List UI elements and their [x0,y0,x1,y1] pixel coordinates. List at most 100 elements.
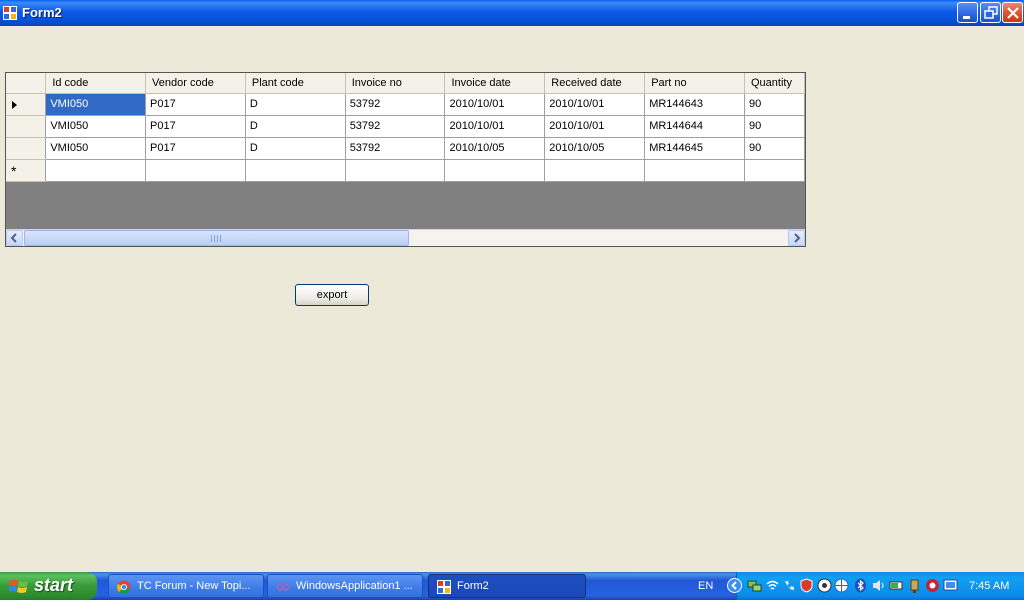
taskbar-item-label: Form2 [457,580,489,592]
cell-plant-code[interactable]: D [245,137,346,160]
taskbar-item-form2[interactable]: Form2 [428,574,586,598]
row-header[interactable]: * [6,159,47,182]
taskbar-item-label: WindowsApplication1 ... [296,580,413,592]
horizontal-scrollbar[interactable] [6,229,805,246]
new-cell[interactable] [45,159,147,182]
cell-invoice-date[interactable]: 2010/10/05 [444,137,546,160]
restore-icon [984,6,998,19]
table-row[interactable]: VMI050 P017 D 53792 2010/10/05 2010/10/0… [6,137,805,160]
phone-icon[interactable] [782,578,797,593]
cell-received-date[interactable]: 2010/10/05 [544,137,646,160]
cell-id-code[interactable]: VMI050 [45,137,147,160]
cell-vendor-code[interactable]: P017 [145,115,246,138]
system-tray: 7:45 AM [727,572,1024,600]
globe-icon[interactable] [834,578,849,593]
column-header-received-date[interactable]: Received date [544,73,646,94]
minimize-button[interactable] [957,2,978,23]
column-header-id-code[interactable]: Id code [45,73,147,94]
cell-received-date[interactable]: 2010/10/01 [544,115,646,138]
visual-studio-icon [276,583,290,591]
current-row-arrow-icon [12,100,17,109]
column-header-vendor-code[interactable]: Vendor code [145,73,246,94]
new-cell[interactable] [345,159,446,182]
taskbar-item-label: TC Forum - New Topi... [137,580,251,592]
new-cell[interactable] [444,159,546,182]
cell-part-no[interactable]: MR144644 [644,115,745,138]
chevron-right-icon [794,233,801,243]
grip-icon [211,235,221,242]
grid-header-row: Id code Vendor code Plant code Invoice n… [6,73,805,94]
taskbar-item-visual-studio[interactable]: WindowsApplication1 ... [267,574,423,598]
cell-id-code[interactable]: VMI050 [45,115,147,138]
volume-icon[interactable] [871,578,886,593]
table-row[interactable]: VMI050 P017 D 53792 2010/10/01 2010/10/0… [6,115,805,138]
cell-plant-code[interactable]: D [245,115,346,138]
new-cell[interactable] [245,159,346,182]
cd-drive-icon[interactable] [817,578,832,593]
taskbar-item-tc-forum[interactable]: TC Forum - New Topi... [108,574,264,598]
form-icon [3,6,17,20]
minimize-icon [963,16,970,19]
cell-quantity[interactable]: 90 [744,137,805,160]
cell-plant-code[interactable]: D [245,93,346,116]
cell-vendor-code[interactable]: P017 [145,137,246,160]
window-title: Form2 [22,5,62,20]
close-icon [1007,7,1019,19]
export-button[interactable]: export [295,284,369,306]
restore-button[interactable] [980,2,1001,23]
table-row[interactable]: VMI050 P017 D 53792 2010/10/01 2010/10/0… [6,93,805,116]
start-button[interactable]: start [0,572,97,600]
cell-quantity[interactable]: 90 [744,93,805,116]
scroll-right-button[interactable] [788,230,805,246]
new-cell[interactable] [544,159,646,182]
battery-icon[interactable] [889,578,904,593]
cell-part-no[interactable]: MR144643 [644,93,745,116]
power-plug-icon[interactable] [907,578,922,593]
grid-table: Id code Vendor code Plant code Invoice n… [6,73,805,182]
clock[interactable]: 7:45 AM [969,580,1009,592]
chrome-icon [117,580,131,594]
antivirus-icon[interactable] [925,578,940,593]
cell-received-date[interactable]: 2010/10/01 [544,93,646,116]
scrollbar-thumb[interactable] [24,230,409,246]
language-indicator[interactable]: EN [698,580,713,592]
row-header[interactable] [6,93,47,116]
row-header[interactable] [6,137,47,160]
column-header-quantity[interactable]: Quantity [744,73,805,94]
new-row[interactable]: * [6,159,805,182]
column-header-plant-code[interactable]: Plant code [245,73,346,94]
new-cell[interactable] [744,159,805,182]
row-header[interactable] [6,115,47,138]
cell-invoice-no[interactable]: 53792 [345,137,446,160]
cell-invoice-date[interactable]: 2010/10/01 [444,93,546,116]
new-cell[interactable] [145,159,246,182]
cell-invoice-no[interactable]: 53792 [345,93,446,116]
cell-part-no[interactable]: MR144645 [644,137,745,160]
chevron-left-icon [10,233,17,243]
cell-vendor-code[interactable]: P017 [145,93,246,116]
windows-flag-icon [9,580,28,593]
network-icon[interactable] [747,578,762,593]
cell-id-code[interactable]: VMI050 [45,93,147,116]
form-icon [437,580,451,594]
start-label: start [34,575,74,595]
close-button[interactable] [1002,2,1023,23]
show-hidden-icons-icon[interactable] [727,578,742,593]
cell-quantity[interactable]: 90 [744,115,805,138]
cell-invoice-date[interactable]: 2010/10/01 [444,115,546,138]
security-shield-icon[interactable] [799,578,814,593]
grid-corner[interactable] [6,73,47,94]
bluetooth-icon[interactable] [853,578,868,593]
title-bar[interactable]: Form2 [0,0,1024,26]
taskbar: start TC Forum - New Topi... WindowsAppl… [0,572,1024,600]
wireless-icon[interactable] [765,578,780,593]
scroll-left-button[interactable] [6,230,23,246]
column-header-part-no[interactable]: Part no [644,73,745,94]
cell-invoice-no[interactable]: 53792 [345,115,446,138]
column-header-invoice-no[interactable]: Invoice no [345,73,446,94]
new-row-marker: * [11,162,17,179]
monitor-icon[interactable] [943,578,958,593]
data-grid[interactable]: Id code Vendor code Plant code Invoice n… [5,72,806,247]
new-cell[interactable] [644,159,745,182]
column-header-invoice-date[interactable]: Invoice date [444,73,546,94]
